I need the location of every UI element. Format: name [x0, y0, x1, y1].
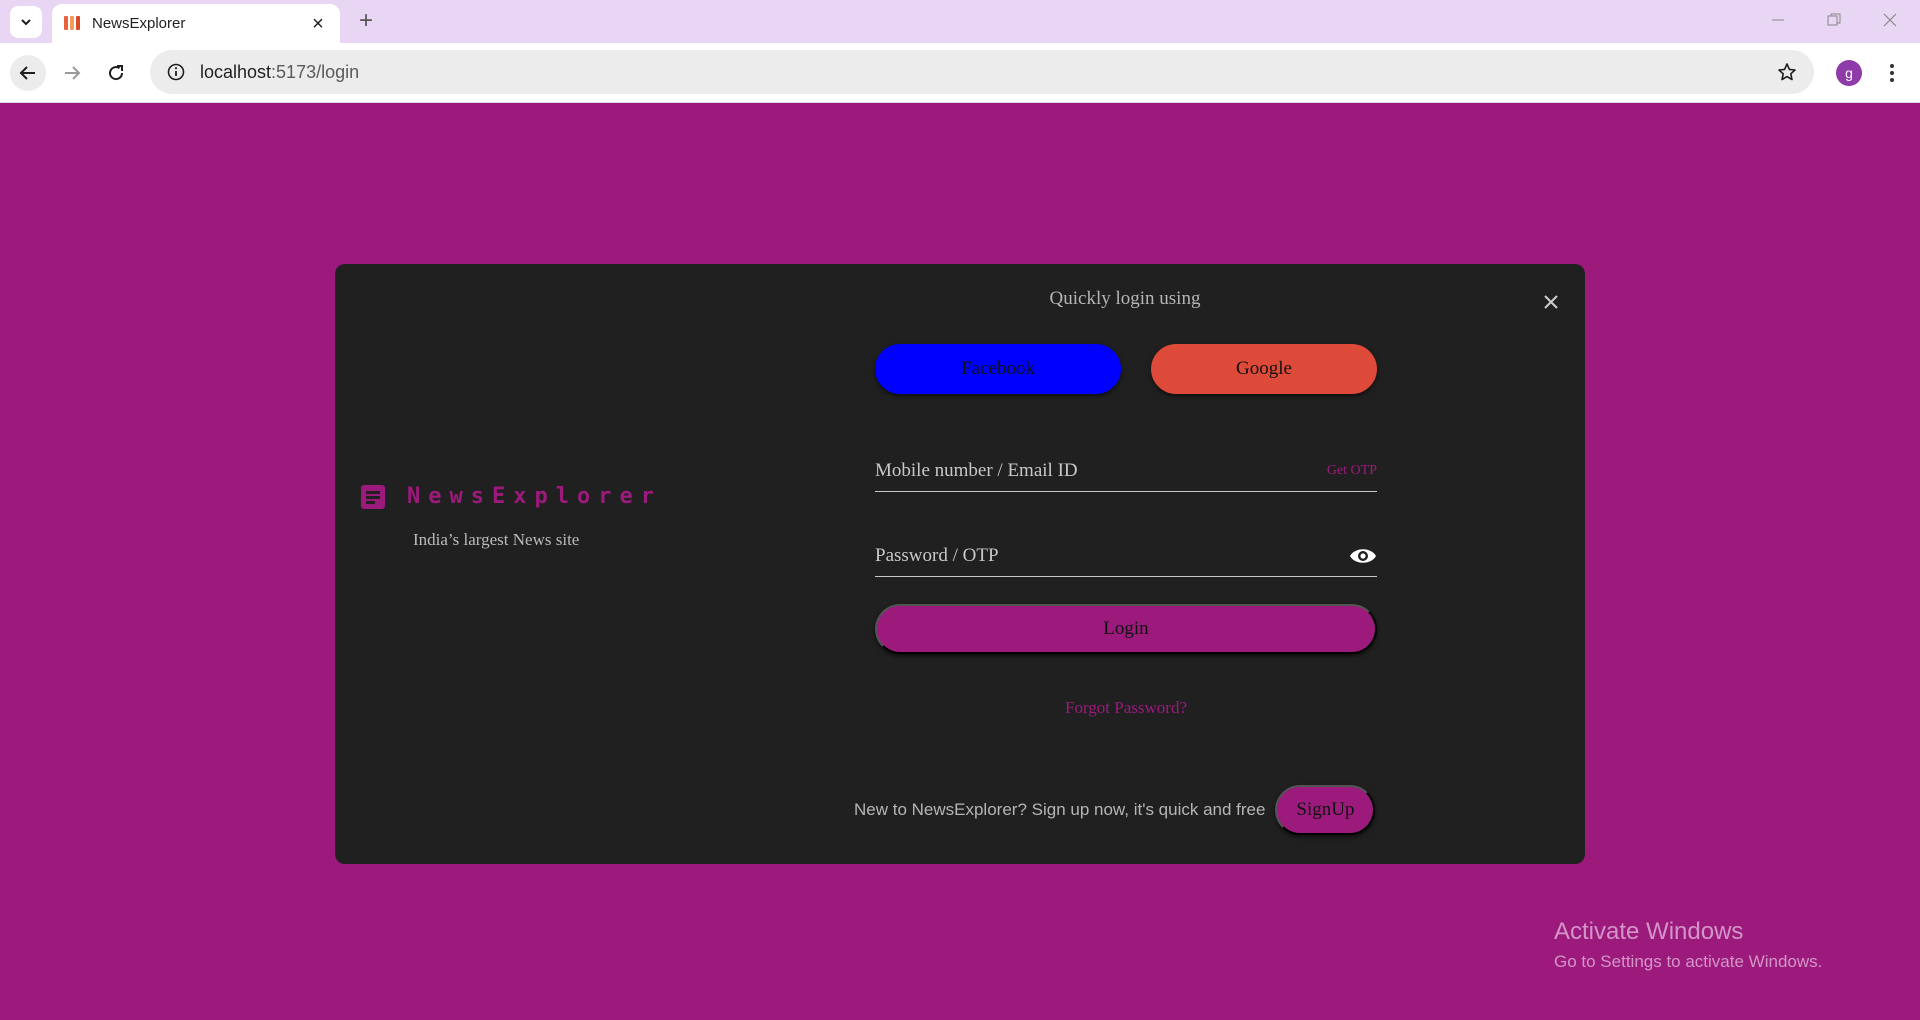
facebook-login-button[interactable]: Facebook [875, 344, 1121, 394]
tab-title: NewsExplorer [92, 15, 186, 32]
info-icon [167, 63, 185, 81]
eye-icon [1350, 548, 1376, 563]
restore-button[interactable] [1814, 6, 1854, 34]
watermark-title: Activate Windows [1554, 918, 1744, 945]
window-close-button[interactable] [1870, 6, 1910, 34]
login-button[interactable]: Login [875, 604, 1377, 654]
bookmark-button[interactable] [1776, 61, 1798, 83]
restore-icon [1827, 13, 1841, 26]
star-icon [1778, 63, 1796, 81]
brand-logo: NewsExplorer [361, 484, 662, 509]
mobile-email-label: Mobile number / Email ID [875, 459, 1078, 481]
address-bar[interactable]: localhost:5173/login [150, 50, 1814, 94]
browser-tabstrip: NewsExplorer × + [0, 0, 1920, 43]
new-tab-button[interactable]: + [352, 8, 380, 36]
kebab-menu-icon[interactable] [1880, 57, 1904, 89]
arrow-left-icon [19, 66, 35, 80]
signup-prompt: New to NewsExplorer? Sign up now, it's q… [854, 800, 1266, 819]
arrow-right-icon [65, 66, 81, 80]
minimize-icon [1772, 19, 1784, 21]
reload-icon [109, 65, 124, 81]
tab-close-button[interactable]: × [308, 14, 328, 34]
get-otp-link[interactable]: Get OTP [1327, 463, 1377, 479]
url-host: localhost [200, 61, 272, 82]
google-login-button[interactable]: Google [1151, 344, 1377, 394]
reload-button[interactable] [98, 55, 134, 91]
browser-toolbar: localhost:5173/login g [0, 43, 1920, 103]
brand-tagline: India’s largest News site [413, 530, 580, 549]
tab-search-button[interactable] [10, 6, 42, 38]
forward-button[interactable] [54, 55, 90, 91]
article-icon [361, 484, 385, 509]
mobile-email-field[interactable]: Mobile number / Email ID Get OTP [875, 450, 1377, 492]
chevron-down-icon [21, 19, 31, 26]
watermark-subtitle: Go to Settings to activate Windows. [1554, 952, 1823, 971]
brand-name: NewsExplorer [407, 484, 662, 509]
profile-avatar[interactable]: g [1836, 60, 1862, 86]
signup-button[interactable]: SignUp [1275, 785, 1376, 835]
url-text: localhost:5173/login [200, 62, 1776, 83]
modal-close-button[interactable] [1539, 290, 1563, 314]
quick-login-title: Quickly login using [1049, 288, 1201, 309]
site-info-button[interactable] [166, 62, 186, 82]
close-icon [1544, 295, 1558, 309]
newspaper-favicon-icon [64, 15, 80, 32]
forgot-password-link[interactable]: Forgot Password? [875, 698, 1377, 718]
login-modal: NewsExplorer India’s largest News site Q… [335, 264, 1585, 864]
minimize-button[interactable] [1758, 6, 1798, 34]
windows-activation-watermark: Activate Windows Go to Settings to activ… [1554, 918, 1822, 972]
toggle-password-visibility[interactable] [1349, 542, 1377, 570]
back-button[interactable] [10, 55, 46, 91]
signup-row: New to NewsExplorer? Sign up now, it's q… [854, 784, 1376, 836]
browser-tab[interactable]: NewsExplorer × [52, 4, 340, 43]
password-label: Password / OTP [875, 544, 999, 566]
close-icon [1883, 13, 1897, 27]
password-field[interactable]: Password / OTP [875, 535, 1377, 577]
url-path: :5173/login [271, 61, 360, 82]
